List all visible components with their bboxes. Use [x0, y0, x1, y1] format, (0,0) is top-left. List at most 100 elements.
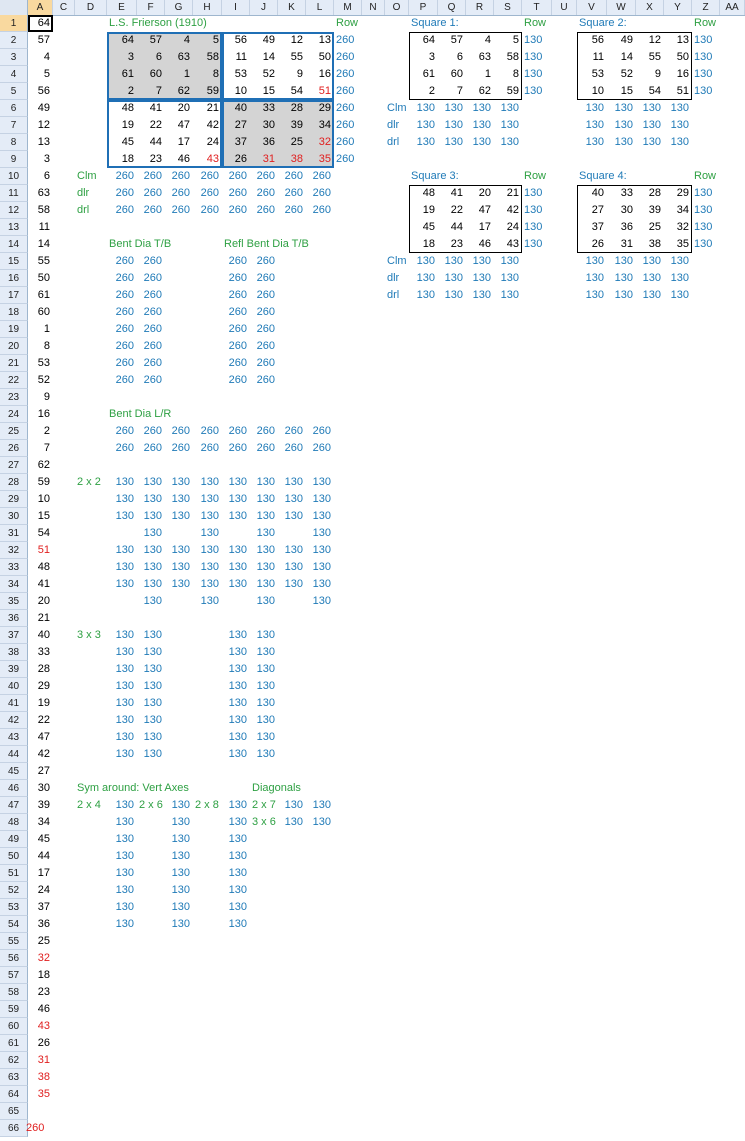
- col-a-value[interactable]: 37: [28, 899, 53, 916]
- frierson-cell[interactable]: 3: [107, 49, 137, 66]
- three-by-three-sum[interactable]: 130: [107, 661, 137, 678]
- two-by-two-sum[interactable]: 130: [306, 542, 334, 559]
- three-by-three-sum[interactable]: 130: [137, 661, 165, 678]
- square-sum[interactable]: 130: [438, 253, 466, 270]
- two-by-two-sum[interactable]: 130: [137, 576, 165, 593]
- bent-lr-sum[interactable]: 260: [250, 423, 278, 440]
- bent-lr-sum[interactable]: 260: [278, 423, 306, 440]
- square-cell[interactable]: 20: [466, 185, 494, 202]
- frierson-cell[interactable]: 41: [137, 100, 165, 117]
- frierson-sum[interactable]: 260: [278, 168, 306, 185]
- two-by-two-sum[interactable]: 130: [306, 474, 334, 491]
- square-cell[interactable]: 37: [577, 219, 607, 236]
- frierson-cell[interactable]: 10: [222, 83, 250, 100]
- frierson-sum[interactable]: 260: [222, 168, 250, 185]
- column-header-r[interactable]: R: [466, 0, 494, 15]
- col-a-value[interactable]: 55: [28, 253, 53, 270]
- two-by-two-sum[interactable]: 130: [165, 508, 193, 525]
- col-a-value[interactable]: 21: [28, 610, 53, 627]
- frierson-cell[interactable]: 59: [193, 83, 222, 100]
- square-sum[interactable]: 130: [636, 253, 664, 270]
- column-header-d[interactable]: D: [75, 0, 107, 15]
- three-by-three-sum[interactable]: 130: [137, 712, 165, 729]
- column-header-u[interactable]: U: [552, 0, 577, 15]
- square-cell[interactable]: 14: [607, 49, 636, 66]
- sym-sum[interactable]: 130: [107, 797, 137, 814]
- sym-sum[interactable]: 130: [107, 814, 137, 831]
- row-header-3[interactable]: 3: [0, 49, 28, 66]
- col-a-value[interactable]: 47: [28, 729, 53, 746]
- frierson-cell[interactable]: 7: [137, 83, 165, 100]
- square-sum-label[interactable]: drl: [385, 287, 409, 304]
- two-by-two-sum[interactable]: 130: [278, 491, 306, 508]
- square-cell[interactable]: 25: [636, 219, 664, 236]
- refl-bent-tb-sum[interactable]: 260: [250, 287, 278, 304]
- square-cell[interactable]: 9: [636, 66, 664, 83]
- square-cell[interactable]: 4: [466, 32, 494, 49]
- row-header-19[interactable]: 19: [0, 321, 28, 338]
- square-cell[interactable]: 26: [577, 236, 607, 253]
- frierson-cell[interactable]: 21: [193, 100, 222, 117]
- two-by-two-sum[interactable]: 130: [250, 576, 278, 593]
- square-cell[interactable]: 49: [607, 32, 636, 49]
- col-a-value[interactable]: 41: [28, 576, 53, 593]
- refl-bent-tb-sum[interactable]: 260: [250, 253, 278, 270]
- two-by-two-sum[interactable]: 130: [107, 474, 137, 491]
- sym-sum[interactable]: 130: [222, 797, 250, 814]
- two-by-two-sum[interactable]: 130: [278, 542, 306, 559]
- diag-sum[interactable]: 130: [278, 797, 306, 814]
- three-by-three-sum[interactable]: 130: [222, 661, 250, 678]
- square-sum[interactable]: 130: [664, 253, 692, 270]
- square-row-header[interactable]: Row: [522, 168, 552, 185]
- square-cell[interactable]: 55: [636, 49, 664, 66]
- column-header-h[interactable]: H: [193, 0, 222, 15]
- row-header-53[interactable]: 53: [0, 899, 28, 916]
- col-a-value[interactable]: 35: [28, 1086, 53, 1103]
- three-by-three-sum[interactable]: 130: [250, 729, 278, 746]
- sym-sum[interactable]: 130: [222, 882, 250, 899]
- three-by-three-sum[interactable]: 130: [222, 695, 250, 712]
- bent-tb-sum[interactable]: 260: [107, 270, 137, 287]
- col-a-value[interactable]: 30: [28, 780, 53, 797]
- frierson-cell[interactable]: 27: [222, 117, 250, 134]
- square-cell[interactable]: 47: [466, 202, 494, 219]
- square-row-sum[interactable]: 130: [692, 49, 720, 66]
- column-header-m[interactable]: M: [334, 0, 362, 15]
- frierson-cell[interactable]: 4: [165, 32, 193, 49]
- row-header-37[interactable]: 37: [0, 627, 28, 644]
- square-sum[interactable]: 130: [409, 100, 438, 117]
- two-by-two-sum[interactable]: 130: [137, 474, 165, 491]
- row-header-1[interactable]: 1: [0, 15, 28, 32]
- col-a-value[interactable]: 6: [28, 168, 53, 185]
- two-by-two-sum[interactable]: 130: [250, 474, 278, 491]
- col-a-value[interactable]: 52: [28, 372, 53, 389]
- square-sum[interactable]: 130: [466, 253, 494, 270]
- frierson-cell[interactable]: 37: [222, 134, 250, 151]
- frierson-cell[interactable]: 19: [107, 117, 137, 134]
- bent-tb-sum[interactable]: 260: [137, 338, 165, 355]
- frierson-cell[interactable]: 64: [107, 32, 137, 49]
- diag-sum[interactable]: 130: [278, 814, 306, 831]
- col-a-value[interactable]: 23: [28, 984, 53, 1001]
- col-a-value[interactable]: 26: [28, 1035, 53, 1052]
- refl-bent-tb-sum[interactable]: 260: [222, 338, 250, 355]
- square-sum[interactable]: 130: [664, 117, 692, 134]
- frierson-row-sum[interactable]: 260: [334, 49, 362, 66]
- column-header-i[interactable]: I: [222, 0, 250, 15]
- col-a-value[interactable]: 62: [28, 457, 53, 474]
- column-header-q[interactable]: Q: [438, 0, 466, 15]
- frierson-cell[interactable]: 29: [306, 100, 334, 117]
- square-row-sum[interactable]: 130: [692, 32, 720, 49]
- row-header-36[interactable]: 36: [0, 610, 28, 627]
- two-by-two-sum[interactable]: 130: [165, 474, 193, 491]
- frierson-sum[interactable]: 260: [278, 202, 306, 219]
- three-by-three-sum[interactable]: 130: [137, 695, 165, 712]
- bent-lr-sum[interactable]: 260: [137, 423, 165, 440]
- column-header-p[interactable]: P: [409, 0, 438, 15]
- col-a-value[interactable]: 28: [28, 661, 53, 678]
- frierson-cell[interactable]: 5: [193, 32, 222, 49]
- frierson-sum[interactable]: 260: [222, 202, 250, 219]
- square-cell[interactable]: 50: [664, 49, 692, 66]
- frierson-cell[interactable]: 14: [250, 49, 278, 66]
- col-a-value[interactable]: 7: [28, 440, 53, 457]
